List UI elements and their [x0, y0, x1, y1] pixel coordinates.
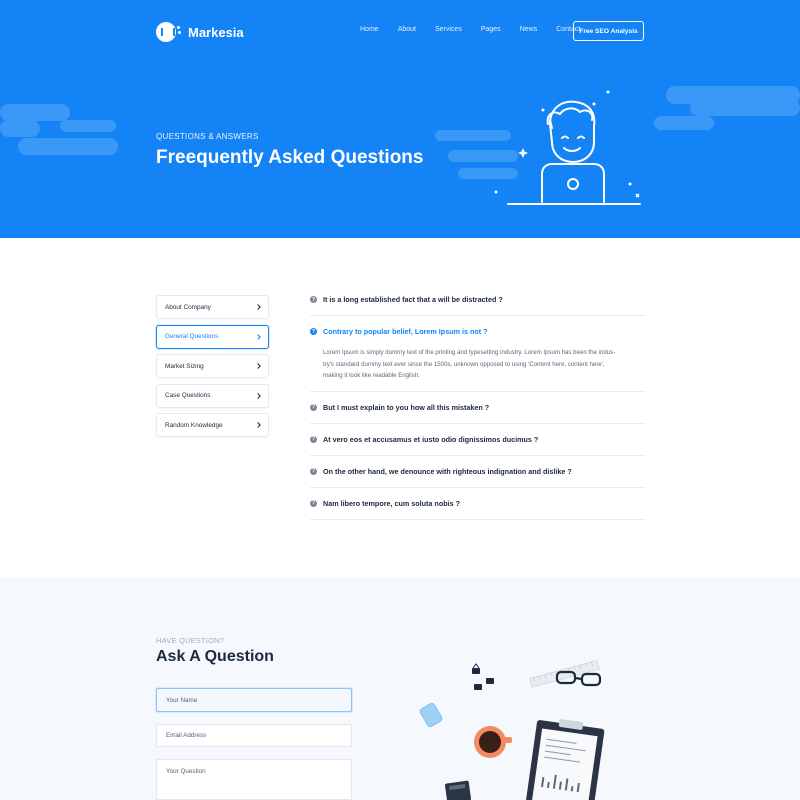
page-title: Freequently Asked Questions — [156, 147, 424, 168]
nav-about[interactable]: About — [398, 26, 416, 33]
brand-name: Markesia — [188, 24, 244, 40]
faq-question-toggle[interactable]: ? On the other hand, we denounce with ri… — [310, 456, 645, 487]
faq-question-text: It is a long established fact that a wil… — [323, 295, 503, 304]
faq-question-toggle[interactable]: ? At vero eos et accusamus et iusto odio… — [310, 424, 645, 455]
page: Markesia Home About Services Pages News … — [0, 0, 800, 800]
faq-answer: Lorem Ipsum is simply dummy text of the … — [310, 347, 645, 391]
chevron-right-icon — [255, 422, 261, 428]
cloud-decoration — [60, 120, 116, 132]
ask-title: Ask A Question — [156, 648, 274, 665]
sidebar-item-label: Random Knowledge — [165, 421, 223, 429]
email-placeholder: Email Address — [166, 732, 207, 739]
sidebar-item-market-sizing[interactable]: Market Sizing — [156, 354, 269, 378]
faq-answer-line: Lorem Ipsum is simply dummy text of the … — [323, 349, 616, 356]
nav-news[interactable]: News — [520, 26, 538, 33]
sidebar-item-random-knowledge[interactable]: Random Knowledge — [156, 413, 269, 437]
clipboard-icon — [525, 719, 605, 800]
cloud-decoration — [654, 116, 714, 130]
sidebar-item-about-company[interactable]: About Company — [156, 295, 269, 319]
faq-item: ? On the other hand, we denounce with ri… — [310, 456, 645, 488]
name-placeholder: Your Name — [166, 696, 198, 704]
sidebar-item-case-questions[interactable]: Case Questions — [156, 383, 269, 408]
question-mark-icon: ? — [310, 435, 317, 443]
faq-question-text: But I must explain to you how all this m… — [323, 402, 490, 412]
chevron-right-icon — [255, 363, 261, 369]
cloud-decoration — [0, 104, 70, 121]
sidebar-item-label: Market Sizing — [165, 362, 204, 370]
question-mark-icon: ? — [310, 296, 317, 303]
question-mark-icon: ? — [310, 499, 317, 507]
cloud-decoration — [0, 120, 40, 137]
nav-pages[interactable]: Pages — [481, 26, 501, 33]
email-input[interactable]: Email Address — [156, 724, 352, 747]
faq-answer-line: making it look like readable English. — [323, 372, 420, 379]
sidebar-item-label: About Company — [165, 303, 211, 311]
hero-banner: Markesia Home About Services Pages News … — [0, 0, 800, 238]
faq-accordion: ? It is a long established fact that a w… — [310, 284, 645, 520]
calculator-icon — [444, 780, 472, 800]
question-placeholder: Your Question — [166, 768, 206, 775]
faq-category-sidebar: About Company General Questions Market S… — [156, 295, 269, 443]
faq-item: ? It is a long established fact that a w… — [310, 284, 645, 316]
logo-icon — [156, 22, 181, 42]
cloud-decoration — [18, 138, 118, 155]
question-mark-icon: ? — [310, 328, 317, 335]
person-laptop-illustration — [494, 90, 641, 205]
question-mark-icon: ? — [310, 467, 317, 475]
sidebar-item-general-questions[interactable]: General Questions — [156, 324, 269, 349]
faq-question-text: On the other hand, we denounce with righ… — [323, 466, 572, 476]
sidebar-item-label: Case Questions — [165, 392, 211, 399]
desk-illustration — [419, 659, 605, 800]
question-textarea[interactable]: Your Question — [156, 759, 352, 800]
name-input[interactable]: Your Name — [156, 688, 352, 712]
question-mark-icon: ? — [310, 403, 317, 411]
cloud-decoration — [690, 100, 800, 116]
faq-item-open: ? Contrary to popular belief, Lorem Ipsu… — [310, 316, 645, 392]
ask-subtitle: HAVE QUESTION? — [156, 636, 225, 645]
hero-subtitle: QUESTIONS & ANSWERS — [156, 132, 259, 141]
faq-question-toggle[interactable]: ? It is a long established fact that a w… — [310, 284, 645, 315]
sidebar-item-label: General Questions — [165, 333, 219, 340]
faq-question-toggle[interactable]: ? But I must explain to you how all this… — [310, 392, 645, 423]
chevron-right-icon — [255, 392, 261, 399]
chevron-right-icon — [255, 304, 261, 310]
nav-home[interactable]: Home — [360, 26, 379, 33]
faq-question-text: At vero eos et accusamus et iusto odio d… — [323, 434, 539, 444]
faq-question-text: Nam libero tempore, cum soluta nobis ? — [323, 498, 460, 508]
main-nav: Home About Services Pages News Contact — [360, 26, 599, 33]
faq-item: ? But I must explain to you how all this… — [310, 392, 645, 424]
coffee-cup-icon — [474, 726, 512, 758]
faq-item: ? At vero eos et accusamus et iusto odio… — [310, 424, 645, 456]
binder-clip-icon — [472, 663, 494, 690]
faq-item: ? Nam libero tempore, cum soluta nobis ? — [310, 488, 645, 520]
eraser-icon — [419, 702, 443, 728]
faq-question-text: Contrary to popular belief, Lorem Ipsum … — [323, 327, 488, 336]
chevron-right-icon — [255, 333, 261, 340]
ask-question-section — [0, 578, 800, 800]
seo-analysis-button[interactable]: Free SEO Analysis — [573, 21, 644, 41]
faq-answer-line: try's standard dummy text ever since the… — [323, 360, 605, 368]
nav-services[interactable]: Services — [435, 26, 462, 33]
faq-question-toggle[interactable]: ? Nam libero tempore, cum soluta nobis ? — [310, 488, 645, 519]
brand-logo[interactable]: Markesia — [156, 22, 244, 42]
faq-question-toggle[interactable]: ? Contrary to popular belief, Lorem Ipsu… — [310, 316, 645, 347]
